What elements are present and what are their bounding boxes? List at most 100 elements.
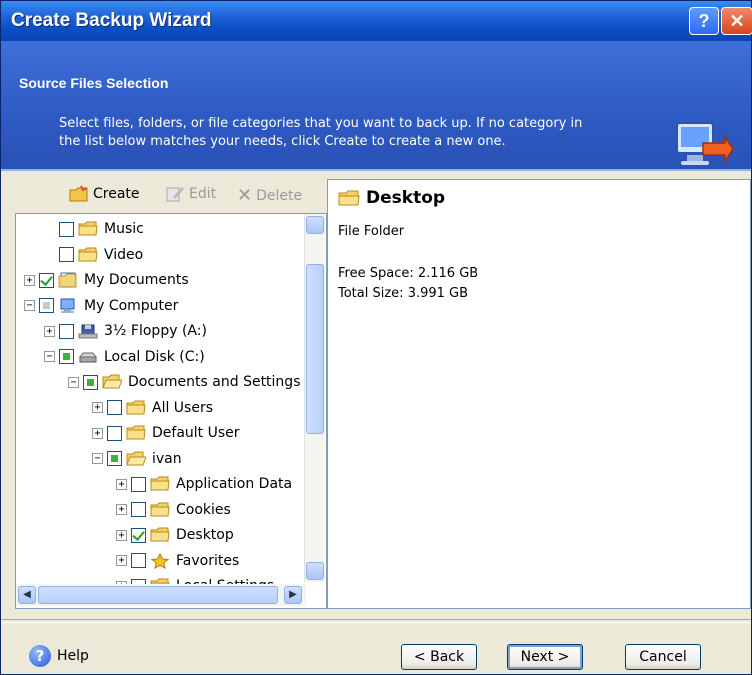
help-title-button[interactable]: ? xyxy=(689,7,719,35)
tree-vertical-scrollbar[interactable] xyxy=(304,214,325,582)
next-button[interactable]: Next > xyxy=(507,644,583,670)
expand-icon[interactable]: + xyxy=(44,325,55,337)
collapse-icon[interactable]: − xyxy=(68,376,79,388)
tree-item-checkbox[interactable] xyxy=(107,400,122,415)
window-title: Create Backup Wizard xyxy=(11,10,212,31)
delete-button[interactable]: ✕ Delete xyxy=(237,185,302,206)
folder-icon xyxy=(126,400,146,416)
tree-item-label: Application Data xyxy=(176,476,293,492)
collapse-icon[interactable]: − xyxy=(92,453,103,464)
source-tree-pane: Create Edit ✕ Delete Music Video + My Docum… xyxy=(15,179,327,609)
tree-horizontal-scrollbar[interactable]: ◀ ▶ xyxy=(16,584,306,606)
expand-icon[interactable]: + xyxy=(116,529,127,541)
expand-icon[interactable]: + xyxy=(92,402,103,413)
tree-item-checkbox[interactable] xyxy=(107,451,122,466)
tree-item-label: Music xyxy=(104,221,144,237)
tree-item-checkbox[interactable] xyxy=(59,221,74,237)
tree-item-label: Cookies xyxy=(176,501,231,518)
back-button[interactable]: < Back xyxy=(401,644,477,670)
collapse-icon[interactable]: − xyxy=(24,300,35,311)
step-title: Source Files Selection xyxy=(19,75,169,91)
tree-item-label: My Computer xyxy=(84,297,179,314)
tree-item[interactable]: − Local Disk (C:) xyxy=(44,346,205,368)
scroll-right-button[interactable]: ▶ xyxy=(284,586,302,604)
folder-icon xyxy=(126,425,146,441)
wizard-window: Create Backup Wizard ? ✕ Source Files Se… xyxy=(0,0,752,675)
tree-item-checkbox[interactable] xyxy=(131,553,146,568)
close-button[interactable]: ✕ xyxy=(721,7,752,35)
tree-item[interactable]: + Application Data xyxy=(116,473,292,495)
tree-item[interactable]: − ivan xyxy=(92,448,182,470)
edit-icon xyxy=(166,187,184,202)
tree-item-checkbox[interactable] xyxy=(59,349,74,364)
tree-item-checkbox[interactable] xyxy=(131,502,146,517)
details-free-space: Free Space: 2.116 GB xyxy=(338,266,479,281)
details-title: Desktop xyxy=(366,188,446,208)
tree-item[interactable]: + Desktop xyxy=(116,524,234,546)
tree-item-label: My Documents xyxy=(84,272,189,288)
tree-item-checkbox[interactable] xyxy=(39,298,54,313)
tree-item[interactable]: +3½ Floppy (A:) xyxy=(44,320,207,342)
edit-button[interactable]: Edit xyxy=(165,185,216,203)
expand-icon[interactable]: + xyxy=(116,504,127,515)
help-button[interactable]: ? Help xyxy=(29,645,89,667)
folder-icon xyxy=(150,502,170,518)
source-tree[interactable]: Music Video + My Documents − My Computer +3½ F… xyxy=(15,213,327,609)
tree-item[interactable]: + Cookies xyxy=(116,499,231,521)
tree-item-label: All Users xyxy=(152,399,214,416)
folder-icon xyxy=(78,247,98,263)
collapse-icon[interactable]: − xyxy=(44,351,55,362)
tree-item-label: Desktop xyxy=(176,527,234,543)
star-icon xyxy=(150,552,170,569)
scroll-down-button[interactable] xyxy=(306,562,324,580)
cancel-button[interactable]: Cancel xyxy=(625,644,701,670)
tree-item[interactable]: + Default User xyxy=(92,422,240,444)
tree-item-checkbox[interactable] xyxy=(59,323,74,339)
tree-item-label: Favorites xyxy=(176,552,240,569)
disk-icon xyxy=(78,349,98,365)
tree-item-checkbox[interactable] xyxy=(131,476,146,492)
expand-icon[interactable]: + xyxy=(92,427,103,439)
tree-item-checkbox[interactable] xyxy=(107,425,122,441)
tree-item-label: ivan xyxy=(152,450,182,467)
tree-item-label: Local Disk (C:) xyxy=(104,348,205,365)
expand-icon[interactable]: + xyxy=(24,274,35,286)
tree-item-label: Default User xyxy=(152,425,240,441)
folder-icon xyxy=(338,190,360,206)
folder-open-icon xyxy=(126,451,147,467)
hscroll-thumb[interactable] xyxy=(38,586,278,604)
tree-item[interactable]: − Documents and Settings xyxy=(68,371,300,393)
scroll-thumb[interactable] xyxy=(306,264,324,434)
tree-item[interactable]: Music xyxy=(44,218,144,240)
expand-icon[interactable]: + xyxy=(116,555,127,566)
step-description-line-2: the list below matches your needs, click… xyxy=(59,134,506,149)
folder-icon xyxy=(78,221,98,237)
tree-item-checkbox[interactable] xyxy=(59,247,74,262)
computer-backup-icon xyxy=(676,122,733,165)
create-button[interactable]: Create xyxy=(69,185,140,203)
scroll-up-button[interactable] xyxy=(306,216,324,234)
tree-item[interactable]: − My Computer xyxy=(24,295,178,317)
tree-item-label: 3½ Floppy (A:) xyxy=(104,323,207,339)
step-description: Select files, folders, or file categorie… xyxy=(59,115,659,151)
details-pane: Desktop File Folder Free Space: 2.116 GB… xyxy=(327,179,751,609)
tree-item-label: Video xyxy=(104,246,144,263)
tree-item[interactable]: Video xyxy=(44,244,143,266)
title-bar[interactable]: Create Backup Wizard ? ✕ xyxy=(1,1,752,41)
help-icon: ? xyxy=(29,645,51,667)
delete-icon: ✕ xyxy=(237,185,253,206)
tree-item-checkbox[interactable] xyxy=(39,272,54,288)
tree-item-checkbox[interactable] xyxy=(83,374,98,390)
details-header: Desktop xyxy=(338,188,445,208)
folder-new-icon xyxy=(69,185,88,202)
tree-item-label: Documents and Settings xyxy=(128,374,301,390)
documents-icon xyxy=(58,272,78,288)
scroll-left-button[interactable]: ◀ xyxy=(18,586,36,604)
tree-item[interactable]: + All Users xyxy=(92,397,213,419)
expand-icon[interactable]: + xyxy=(116,478,127,490)
tree-item[interactable]: + My Documents xyxy=(24,269,189,291)
step-description-line-1: Select files, folders, or file categorie… xyxy=(59,116,583,131)
create-label: Create xyxy=(93,186,140,202)
tree-item-checkbox[interactable] xyxy=(131,527,146,543)
tree-item[interactable]: + Favorites xyxy=(116,550,239,572)
